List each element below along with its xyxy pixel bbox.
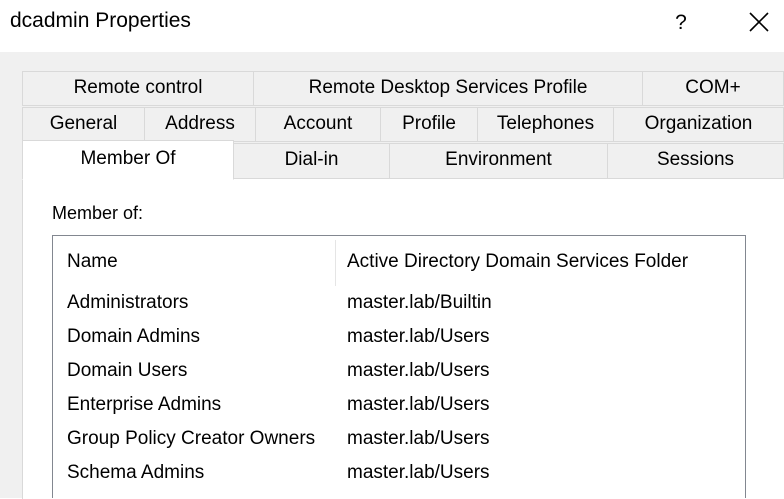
- tab-address[interactable]: Address: [144, 107, 256, 142]
- tab-environment[interactable]: Environment: [389, 143, 608, 179]
- group-name: Domain Users: [67, 360, 188, 381]
- group-folder: master.lab/Users: [347, 462, 490, 483]
- close-button[interactable]: [744, 8, 774, 38]
- list-item[interactable]: Enterprise Admins master.lab/Users: [53, 388, 743, 422]
- group-folder: master.lab/Builtin: [347, 292, 492, 313]
- column-header-folder[interactable]: Active Directory Domain Services Folder: [347, 236, 737, 288]
- title-bar: dcadmin Properties ?: [0, 0, 784, 52]
- list-item[interactable]: Domain Admins master.lab/Users: [53, 320, 743, 354]
- group-name: Enterprise Admins: [67, 394, 222, 415]
- group-name: Administrators: [67, 292, 189, 313]
- list-item[interactable]: Domain Users master.lab/Users: [53, 354, 743, 388]
- tab-telephones[interactable]: Telephones: [477, 107, 614, 142]
- group-folder: master.lab/Users: [347, 326, 490, 347]
- group-name: Group Policy Creator Owners: [67, 428, 316, 449]
- close-icon: [749, 12, 769, 32]
- list-item[interactable]: Administrators master.lab/Builtin: [53, 286, 743, 320]
- column-header-name[interactable]: Name: [67, 236, 331, 288]
- tab-member-of[interactable]: Member Of: [22, 140, 234, 180]
- group-folder: master.lab/Users: [347, 394, 490, 415]
- list-item[interactable]: Schema Admins master.lab/Users: [53, 456, 743, 490]
- help-button[interactable]: ?: [667, 8, 695, 38]
- tab-profile[interactable]: Profile: [380, 107, 478, 142]
- tab-general[interactable]: General: [22, 107, 145, 142]
- window-title: dcadmin Properties: [10, 9, 191, 32]
- tab-account[interactable]: Account: [255, 107, 381, 142]
- group-folder: master.lab/Users: [347, 428, 490, 449]
- group-name: Domain Admins: [67, 326, 201, 347]
- group-name: Schema Admins: [67, 462, 205, 483]
- member-of-label: Member of:: [52, 203, 144, 223]
- tab-remote-control[interactable]: Remote control: [22, 71, 254, 106]
- tab-organization[interactable]: Organization: [613, 107, 784, 142]
- list-item[interactable]: Group Policy Creator Owners master.lab/U…: [53, 422, 743, 456]
- tab-com-plus[interactable]: COM+: [642, 71, 784, 106]
- member-of-list[interactable]: Name Active Directory Domain Services Fo…: [52, 235, 746, 498]
- tab-sessions[interactable]: Sessions: [607, 143, 784, 179]
- column-divider[interactable]: [335, 240, 336, 286]
- tab-dial-in[interactable]: Dial-in: [233, 143, 390, 179]
- group-folder: master.lab/Users: [347, 360, 490, 381]
- tab-remote-desktop-services-profile[interactable]: Remote Desktop Services Profile: [253, 71, 643, 106]
